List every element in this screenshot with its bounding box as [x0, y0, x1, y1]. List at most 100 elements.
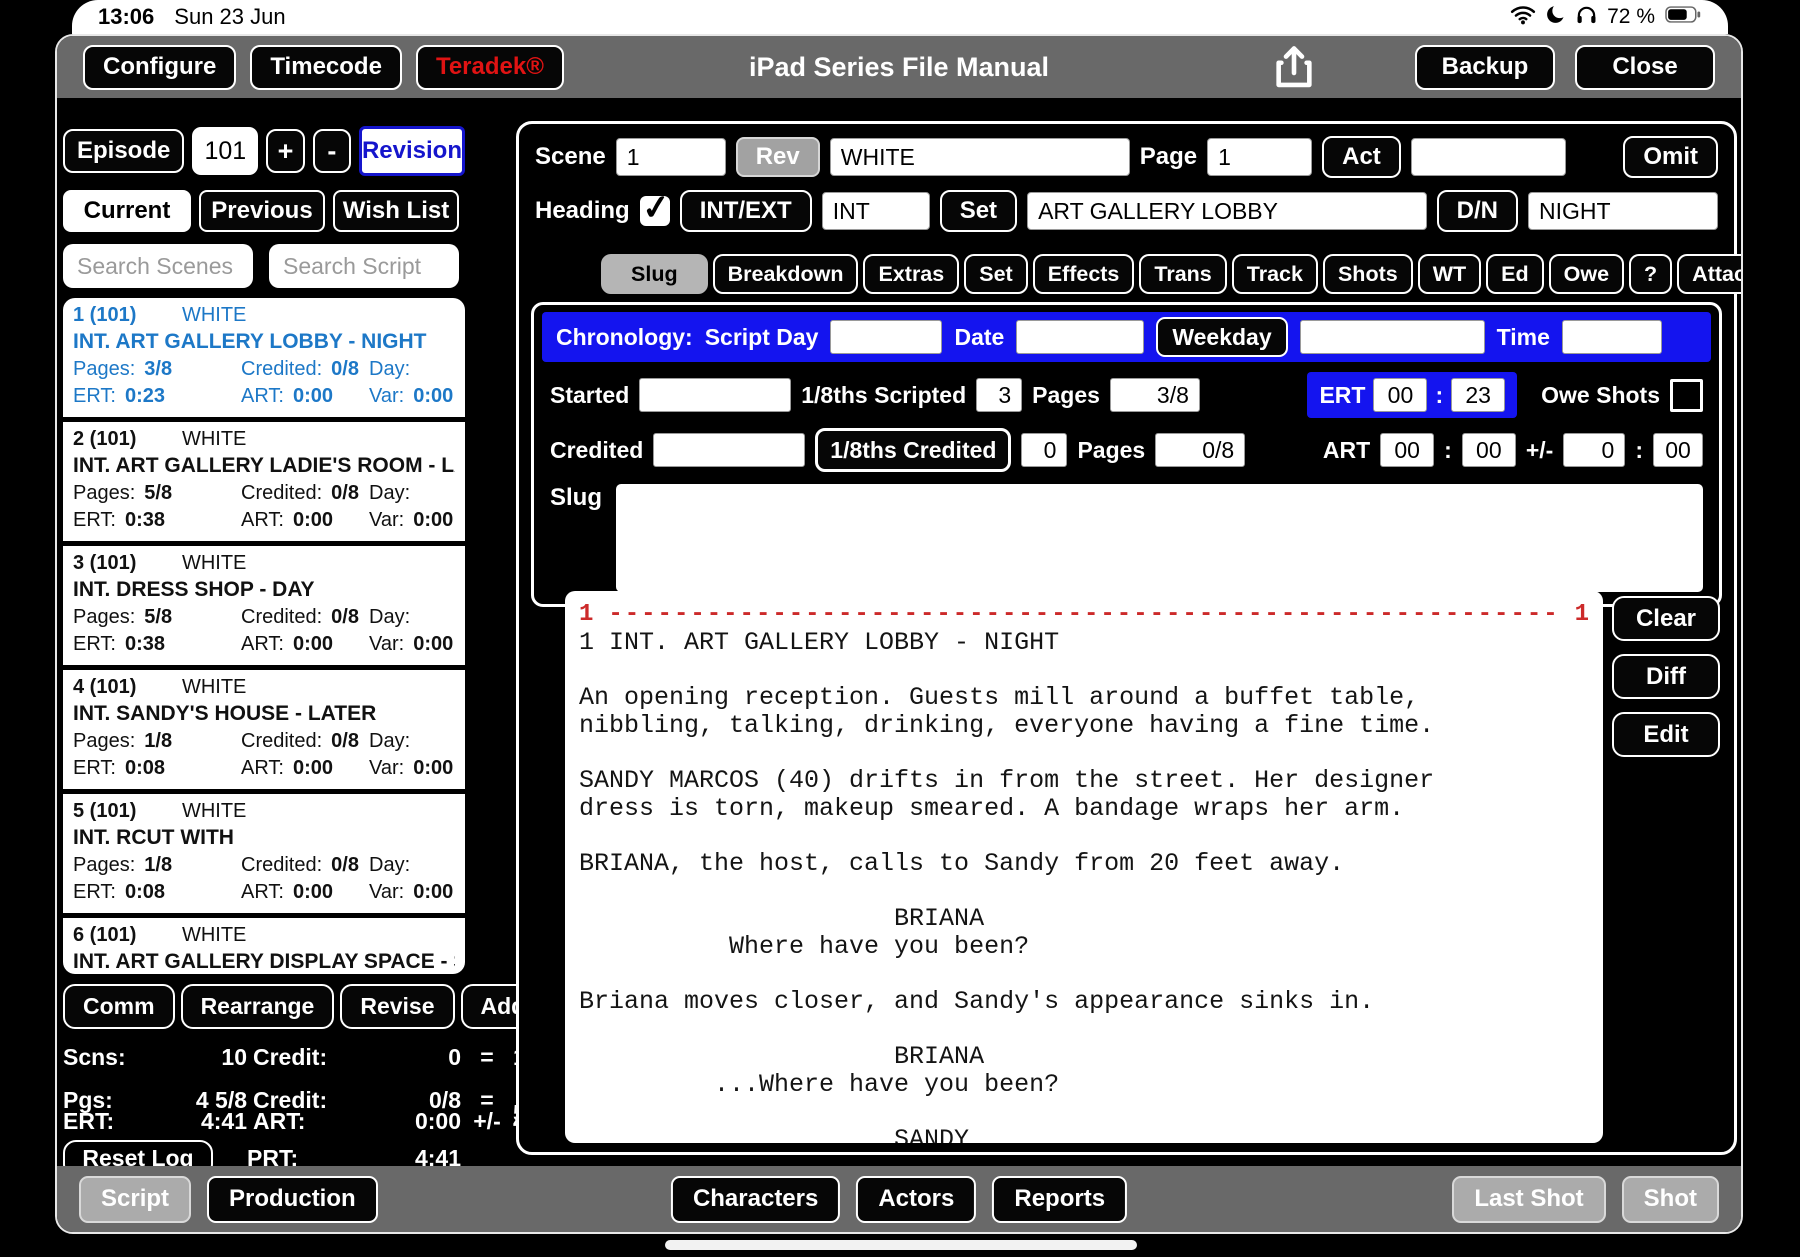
detail-tab[interactable]: Trans — [1139, 254, 1227, 294]
revise-button[interactable]: Revise — [340, 984, 455, 1029]
script-mode-button[interactable]: Script — [79, 1175, 192, 1223]
detail-tab[interactable]: Owe — [1548, 254, 1625, 294]
eighths-credited-button[interactable]: 1/8ths Credited — [815, 428, 1012, 472]
set-button[interactable]: Set — [939, 190, 1018, 232]
detail-tab[interactable]: ? — [1629, 254, 1673, 294]
status-bar: 13:06 Sun 23 Jun 72 % — [72, 0, 1728, 34]
date-field[interactable] — [1016, 320, 1145, 354]
detail-tab[interactable]: Effects — [1032, 254, 1135, 294]
detail-tab[interactable]: WT — [1417, 254, 1482, 294]
episode-number-field[interactable] — [192, 127, 259, 175]
share-icon[interactable] — [1273, 44, 1315, 90]
page-field[interactable] — [1207, 138, 1313, 176]
ert-label: ERT — [1319, 381, 1366, 408]
detail-tab[interactable]: Extras — [863, 254, 960, 294]
heading-label: Heading — [535, 197, 630, 224]
credited-field[interactable] — [653, 433, 806, 467]
characters-button[interactable]: Characters — [670, 1175, 841, 1223]
episode-minus-button[interactable]: - — [312, 129, 351, 173]
scene-revision-color: WHITE — [181, 924, 247, 946]
detail-tab[interactable]: Set — [964, 254, 1028, 294]
episode-button[interactable]: Episode — [63, 129, 185, 173]
reset-log-button[interactable]: Reset Log — [63, 1140, 213, 1166]
slug-textarea[interactable] — [616, 484, 1703, 592]
act-field[interactable] — [1410, 138, 1566, 176]
close-button[interactable]: Close — [1575, 44, 1715, 90]
episode-bar: Episode + - Revision — [63, 126, 465, 176]
configure-button[interactable]: Configure — [83, 44, 237, 90]
actors-button[interactable]: Actors — [856, 1175, 977, 1223]
edit-button[interactable]: Edit — [1612, 712, 1720, 757]
heading-checkbox[interactable] — [639, 196, 670, 226]
script-day-field[interactable] — [830, 320, 943, 354]
tab-wish-list[interactable]: Wish List — [333, 190, 459, 232]
revision-button[interactable]: Revision — [358, 126, 465, 176]
scene-list-item[interactable]: 3 (101) WHITE INT. DRESS SHOP - DAY Page… — [63, 541, 465, 665]
weekday-field[interactable] — [1299, 320, 1485, 354]
dn-button[interactable]: D/N — [1436, 190, 1518, 232]
scene-label: Scene — [535, 143, 606, 170]
scene-list-item[interactable]: 5 (101) WHITE INT. RCUT WITH Pages: 1/8 C… — [63, 789, 465, 913]
rev-button[interactable]: Rev — [735, 137, 820, 177]
variance-minutes-field[interactable] — [1563, 433, 1626, 467]
scene-list-item[interactable]: 2 (101) WHITE INT. ART GALLERY LADIE'S R… — [63, 417, 465, 541]
teradek-button[interactable]: Teradek® — [415, 44, 564, 90]
shot-button[interactable]: Shot — [1621, 1175, 1719, 1223]
clear-button[interactable]: Clear — [1612, 596, 1720, 641]
episode-plus-button[interactable]: + — [266, 129, 305, 173]
home-indicator[interactable] — [665, 1240, 1137, 1250]
diff-button[interactable]: Diff — [1612, 654, 1720, 699]
reports-button[interactable]: Reports — [992, 1175, 1128, 1223]
variance-seconds-field[interactable] — [1653, 433, 1703, 467]
art-minutes-field[interactable] — [1380, 433, 1435, 467]
scene-art: ART: 0:00 — [241, 881, 334, 903]
time-field[interactable] — [1561, 320, 1662, 354]
detail-tab[interactable]: Shots — [1322, 254, 1413, 294]
search-scenes-input[interactable] — [63, 244, 253, 288]
production-mode-button[interactable]: Production — [207, 1175, 378, 1223]
script-page-number-left: 1 — [579, 600, 594, 628]
int-ext-button[interactable]: INT/EXT — [679, 190, 812, 232]
scene-number: 4 (101) — [73, 676, 137, 698]
revision-color-field[interactable] — [829, 138, 1130, 176]
act-button[interactable]: Act — [1322, 136, 1401, 178]
detail-tab[interactable]: Ed — [1486, 254, 1544, 294]
tab-current[interactable]: Current — [63, 190, 191, 232]
scene-list-item[interactable]: 6 (101) WHITE INT. ART GALLERY DISPLAY S… — [63, 913, 465, 974]
last-shot-button[interactable]: Last Shot — [1452, 1175, 1606, 1223]
scene-day: Day: — [369, 854, 411, 876]
main-area: Episode + - Revision Current Previous Wi… — [57, 98, 1741, 1166]
scripted-pages-field[interactable] — [1109, 378, 1200, 412]
timecode-button[interactable]: Timecode — [250, 44, 402, 90]
heading-row: Heading INT/EXT Set D/N — [535, 190, 1718, 232]
weekday-button[interactable]: Weekday — [1156, 317, 1288, 357]
art-seconds-field[interactable] — [1461, 433, 1516, 467]
tab-previous[interactable]: Previous — [199, 190, 325, 232]
script-preview[interactable]: 1 --------------------------------------… — [565, 591, 1603, 1143]
backup-button[interactable]: Backup — [1415, 44, 1555, 90]
rearrange-button[interactable]: Rearrange — [180, 984, 335, 1029]
credited-pages-field[interactable] — [1155, 433, 1246, 467]
started-field[interactable] — [639, 378, 792, 412]
int-ext-field[interactable] — [821, 192, 930, 230]
scene-art: ART: 0:00 — [241, 385, 334, 407]
dn-field[interactable] — [1528, 192, 1718, 230]
detail-tab[interactable]: Slug — [601, 254, 708, 294]
ert-minutes-field[interactable] — [1373, 378, 1428, 412]
comm-button[interactable]: Comm — [63, 984, 175, 1029]
ert-colon: : — [1435, 381, 1444, 408]
omit-button[interactable]: Omit — [1623, 136, 1718, 178]
set-field[interactable] — [1027, 192, 1427, 230]
eighths-credited-field[interactable] — [1021, 433, 1068, 467]
search-script-input[interactable] — [269, 244, 459, 288]
detail-tab[interactable]: Track — [1231, 254, 1318, 294]
scene-list-item[interactable]: 4 (101) WHITE INT. SANDY'S HOUSE - LATER… — [63, 665, 465, 789]
detail-tab[interactable]: Attachments — [1677, 254, 1741, 294]
eighths-scripted-field[interactable] — [976, 378, 1023, 412]
owe-shots-checkbox[interactable] — [1670, 378, 1703, 412]
scene-number: 5 (101) — [73, 800, 137, 822]
detail-tab[interactable]: Breakdown — [712, 254, 859, 294]
scene-list-item[interactable]: 1 (101) WHITE INT. ART GALLERY LOBBY - N… — [63, 298, 465, 417]
scene-number-field[interactable] — [615, 138, 726, 176]
ert-seconds-field[interactable] — [1451, 378, 1506, 412]
